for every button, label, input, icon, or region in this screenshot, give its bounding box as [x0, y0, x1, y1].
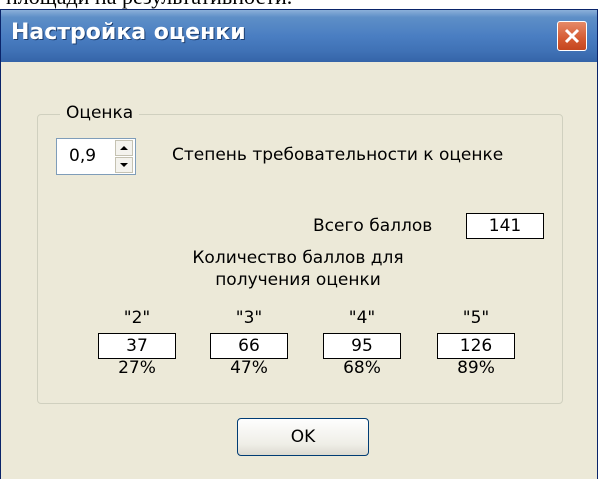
grades-title-line-2: получения оценки [215, 270, 381, 290]
spin-up-button[interactable] [115, 140, 133, 156]
grade-groupbox: Оценка 0,9 Степень требовательности к оц… [37, 103, 563, 404]
total-points-field[interactable]: 141 [466, 213, 544, 239]
window-title: Настройка оценки [11, 20, 246, 45]
title-bar[interactable]: Настройка оценки [1, 10, 597, 62]
grade-points-field[interactable]: 66 [210, 333, 288, 359]
ok-button[interactable]: OK [237, 418, 369, 456]
close-button[interactable] [557, 21, 587, 51]
grade-percent: 68% [343, 358, 381, 378]
grades-title-line-1: Количество баллов для [192, 248, 404, 268]
total-points-label: Всего баллов [313, 216, 433, 236]
grade-percent: 27% [118, 358, 156, 378]
grade-points-field[interactable]: 37 [98, 333, 176, 359]
arrow-up-icon [120, 146, 128, 150]
dialog-window: Настройка оценки Оценка 0,9 Степень треб… [0, 9, 598, 479]
grade-name: "5" [462, 308, 490, 328]
grade-percent: 89% [457, 358, 495, 378]
grade-percent: 47% [230, 358, 268, 378]
spin-down-button[interactable] [115, 157, 133, 173]
groupbox-label: Оценка [60, 103, 140, 123]
strictness-value[interactable]: 0,9 [69, 146, 96, 166]
grade-name: "3" [235, 308, 263, 328]
grade-name: "4" [348, 308, 376, 328]
arrow-down-icon [120, 163, 128, 167]
grade-points-field[interactable]: 126 [437, 333, 515, 359]
grade-name: "2" [123, 308, 151, 328]
grade-points-field[interactable]: 95 [323, 333, 401, 359]
strictness-spinner[interactable]: 0,9 [56, 138, 136, 175]
dialog-body: Оценка 0,9 Степень требовательности к оц… [1, 62, 597, 479]
close-icon [564, 28, 580, 44]
strictness-label: Степень требовательности к оценке [172, 145, 504, 165]
